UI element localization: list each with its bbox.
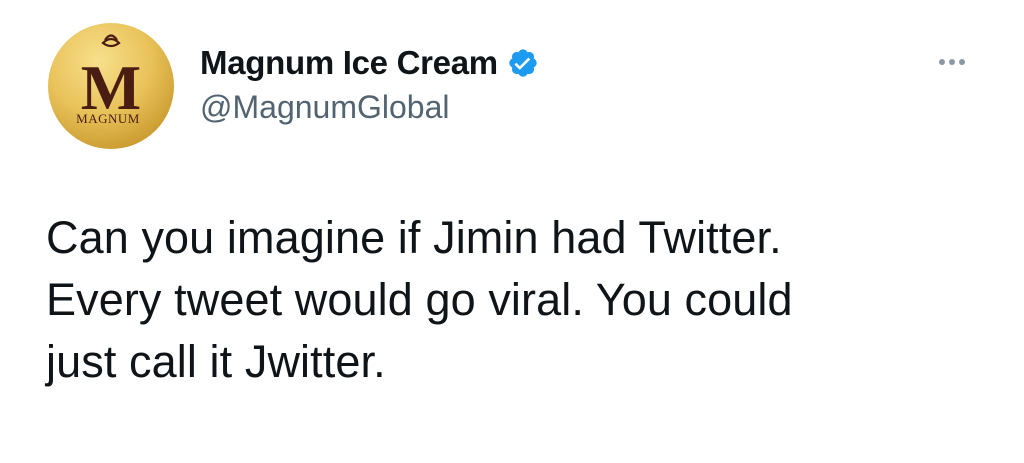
more-options-button[interactable] [928,50,976,74]
tweet-text-line: Every tweet would go viral. You could [46,274,793,325]
more-horizontal-icon [939,59,945,65]
tweet-text: Can you imagine if Jimin had Twitter. Ev… [46,207,986,393]
display-name[interactable]: Magnum Ice Cream [200,44,498,82]
avatar[interactable]: M MAGNUM [48,23,174,149]
logo-wordmark: MAGNUM [76,111,140,126]
tweet-card: M MAGNUM Magnum Ice Cream @MagnumGlobal … [0,0,1024,463]
magnum-logo-icon: M MAGNUM [76,34,141,126]
more-horizontal-icon-dot [949,59,955,65]
author-handle[interactable]: @MagnumGlobal [200,89,449,126]
tweet-text-line: just call it Jwitter. [46,336,386,387]
tweet-text-line: Can you imagine if Jimin had Twitter. [46,212,782,263]
author-row: Magnum Ice Cream [200,43,539,83]
verified-badge-icon [507,47,539,79]
more-horizontal-icon-dot [959,59,965,65]
